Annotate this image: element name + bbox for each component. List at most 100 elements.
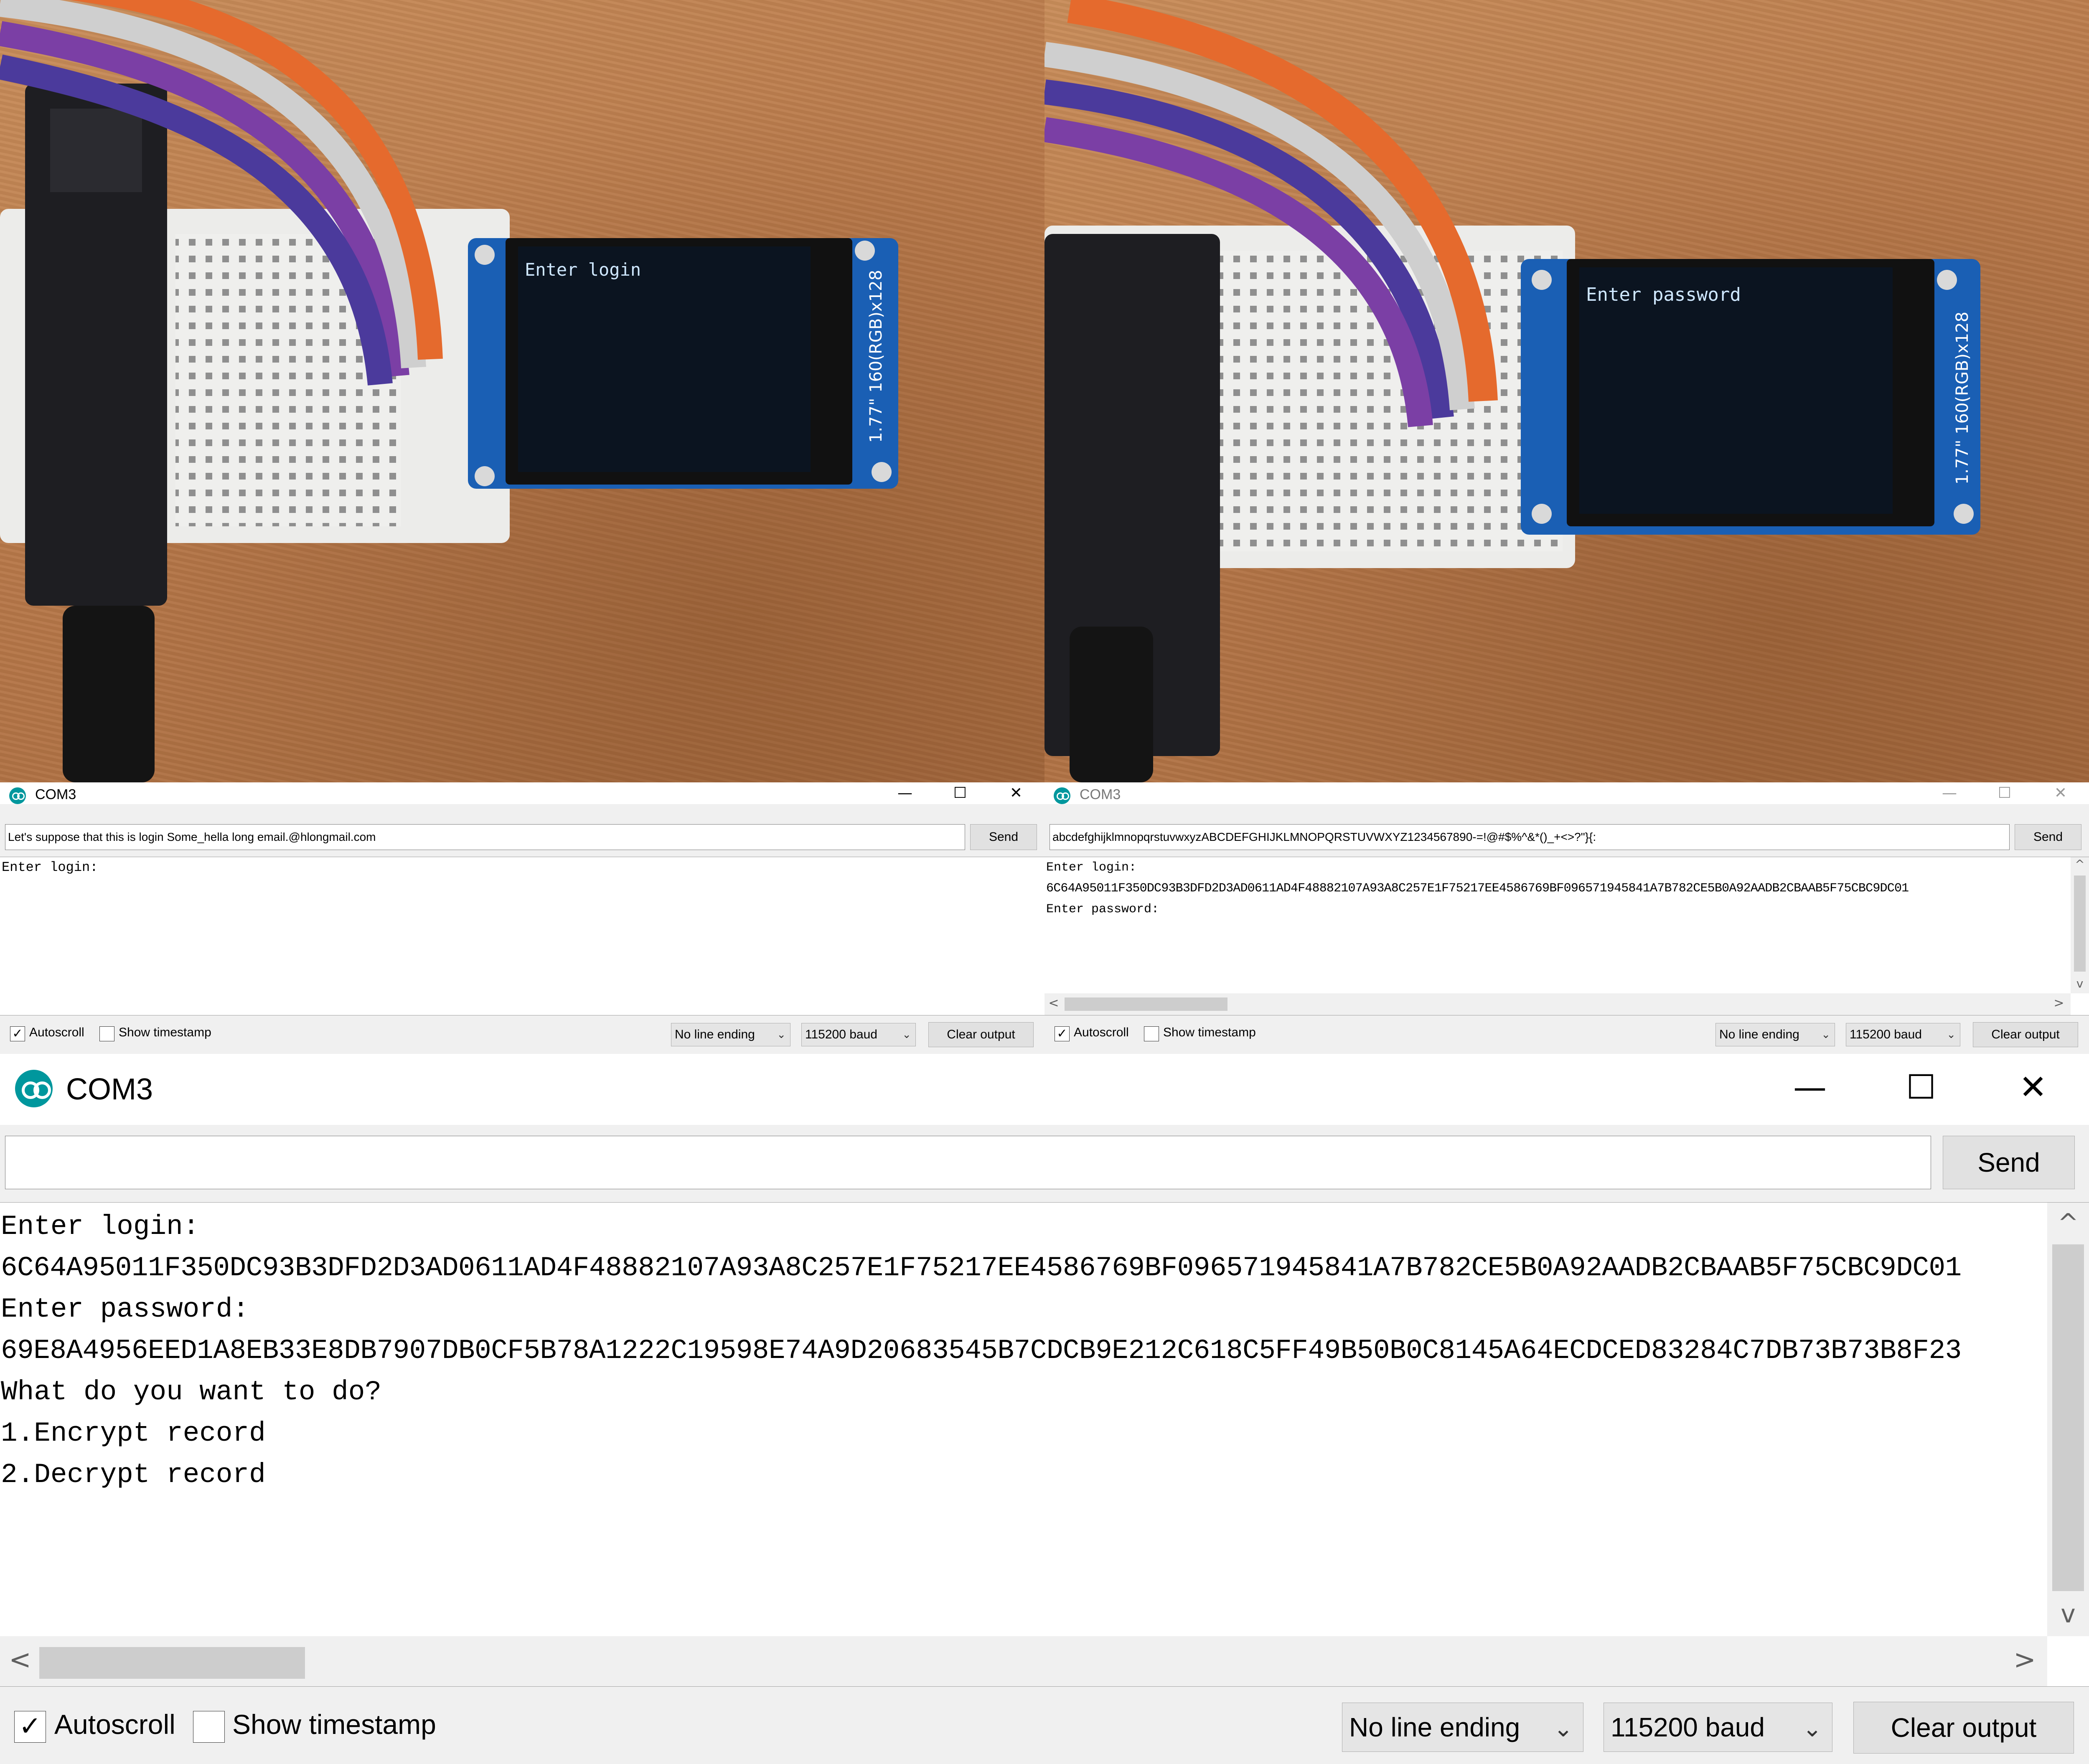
maximize-icon[interactable]: ☐: [1892, 1066, 1950, 1108]
status-bar: ✓ Autoscroll Show timestamp No line endi…: [0, 1015, 1044, 1054]
output-line: 2.Decrypt record: [1, 1459, 266, 1490]
scroll-up-icon[interactable]: ^: [2047, 1208, 2089, 1238]
autoscroll-label: Autoscroll: [54, 1709, 175, 1740]
show-timestamp-label: Show timestamp: [1163, 1025, 1256, 1039]
scroll-left-icon[interactable]: <: [3, 1645, 37, 1675]
arduino-app-icon: [1054, 787, 1070, 804]
output-line: Enter login:: [1, 1211, 200, 1242]
baud-rate-select[interactable]: 115200 baud ⌄: [801, 1023, 916, 1046]
baud-rate-value: 115200 baud: [805, 1028, 877, 1041]
serial-monitor-window-main: COM3 — ☐ ✕ Send Enter login: 6C64A95011F…: [0, 1054, 2089, 1764]
serial-monitor-window-password: COM3 — ☐ ✕ abcdefghijklmnopqrstuvwxyzABC…: [1044, 782, 2089, 1054]
title-bar: COM3 — ☐ ✕: [0, 1054, 2089, 1125]
horizontal-scroll-thumb[interactable]: [1065, 997, 1227, 1011]
baud-rate-select[interactable]: 115200 baud ⌄: [1604, 1703, 1832, 1752]
lcd-text: Enter password: [1586, 284, 1741, 305]
serial-monitor-window-login: COM3 — ☐ ✕ Let's suppose that this is lo…: [0, 782, 1044, 1054]
chevron-down-icon: ⌄: [1821, 1028, 1830, 1041]
scroll-right-icon[interactable]: >: [2008, 1645, 2041, 1675]
line-ending-value: No line ending: [1349, 1712, 1520, 1742]
send-button[interactable]: Send: [970, 824, 1037, 850]
minimize-icon[interactable]: —: [1933, 784, 1966, 802]
output-viewport: Enter login: 6C64A95011F350DC93B3DFD2D3A…: [1044, 857, 2071, 993]
serial-output[interactable]: Enter login:: [0, 857, 1044, 1015]
output-line: What do you want to do?: [1, 1376, 381, 1408]
scroll-down-icon[interactable]: v: [2071, 977, 2089, 990]
vertical-scrollbar[interactable]: ^ v: [2071, 857, 2089, 993]
close-icon[interactable]: ✕: [999, 784, 1033, 802]
line-ending-select[interactable]: No line ending ⌄: [1715, 1023, 1835, 1046]
horizontal-scrollbar[interactable]: < >: [0, 1636, 2047, 1686]
scroll-left-icon[interactable]: <: [1046, 996, 1061, 1010]
output-line: 6C64A95011F350DC93B3DFD2D3AD0611AD4F4888…: [1, 1252, 1962, 1284]
photo-display-enter-password: Enter password 1.77" 160(RGB)x128: [1044, 0, 2089, 782]
arduino-app-icon: [9, 787, 26, 804]
scroll-right-icon[interactable]: >: [2051, 996, 2066, 1010]
output-line: 69E8A4956EED1A8EB33E8DB7907DB0CF5B78A122…: [1, 1335, 1962, 1366]
serial-input[interactable]: [5, 1136, 1931, 1189]
serial-output[interactable]: Enter login: 6C64A95011F350DC93B3DFD2D3A…: [1044, 857, 2089, 1015]
arduino-app-icon: [15, 1070, 53, 1107]
show-timestamp-checkbox[interactable]: [193, 1711, 225, 1743]
show-timestamp-label: Show timestamp: [119, 1025, 211, 1039]
output-line: 6C64A95011F350DC93B3DFD2D3AD0611AD4F4888…: [1046, 881, 1909, 896]
lcd-text: Enter login: [525, 259, 641, 280]
line-ending-value: No line ending: [675, 1028, 755, 1041]
line-ending-select[interactable]: No line ending ⌄: [1342, 1703, 1583, 1752]
serial-output[interactable]: Enter login: 6C64A95011F350DC93B3DFD2D3A…: [0, 1202, 2089, 1687]
show-timestamp-label: Show timestamp: [232, 1709, 436, 1740]
close-icon[interactable]: ✕: [2044, 784, 2077, 802]
serial-input[interactable]: abcdefghijklmnopqrstuvwxyzABCDEFGHIJKLMN…: [1050, 824, 2010, 850]
window-title: COM3: [35, 787, 76, 802]
status-bar: ✓ Autoscroll Show timestamp No line endi…: [0, 1687, 2089, 1764]
output-line: Enter login:: [1046, 860, 1137, 875]
maximize-icon[interactable]: ☐: [943, 784, 977, 802]
window-title: COM3: [66, 1073, 153, 1106]
breadboard-photo: Enter password 1.77" 160(RGB)x128: [1044, 0, 1980, 782]
window-title: COM3: [1080, 787, 1121, 802]
line-ending-select[interactable]: No line ending ⌄: [671, 1023, 790, 1046]
title-bar: COM3 — ☐ ✕: [0, 782, 1044, 804]
clear-output-button[interactable]: Clear output: [1853, 1702, 2074, 1754]
chevron-down-icon: ⌄: [1802, 1715, 1822, 1742]
show-timestamp-checkbox[interactable]: [1144, 1026, 1159, 1041]
autoscroll-checkbox[interactable]: ✓: [1055, 1026, 1070, 1041]
autoscroll-label: Autoscroll: [29, 1025, 84, 1039]
output-line: Enter password:: [1046, 902, 1159, 916]
module-label: 1.77" 160(RGB)x128: [867, 270, 886, 443]
module-label: 1.77" 160(RGB)x128: [1953, 312, 1972, 485]
clear-output-button[interactable]: Clear output: [928, 1022, 1034, 1047]
vertical-scrollbar[interactable]: ^ v: [2047, 1203, 2089, 1636]
maximize-icon[interactable]: ☐: [1988, 784, 2021, 802]
minimize-icon[interactable]: —: [888, 784, 922, 802]
vertical-scroll-thumb[interactable]: [2052, 1244, 2084, 1591]
show-timestamp-checkbox[interactable]: [99, 1026, 114, 1041]
vertical-scroll-thumb[interactable]: [2074, 876, 2086, 972]
baud-rate-value: 115200 baud: [1611, 1712, 1765, 1742]
horizontal-scrollbar[interactable]: < >: [1044, 993, 2071, 1015]
send-button[interactable]: Send: [2015, 824, 2081, 850]
output-line: Enter password:: [1, 1294, 249, 1325]
chevron-down-icon: ⌄: [1947, 1028, 1956, 1041]
title-bar: COM3 — ☐ ✕: [1044, 782, 2089, 804]
output-line: 1.Encrypt record: [1, 1418, 266, 1449]
autoscroll-checkbox[interactable]: ✓: [10, 1026, 25, 1041]
status-bar: ✓ Autoscroll Show timestamp No line endi…: [1044, 1015, 2089, 1054]
photo-display-enter-login: Enter login 1.77" 160(RGB)x128: [0, 0, 1044, 782]
send-button[interactable]: Send: [1943, 1136, 2075, 1189]
close-icon[interactable]: ✕: [2004, 1066, 2062, 1108]
scroll-up-icon[interactable]: ^: [2071, 857, 2089, 871]
chevron-down-icon: ⌄: [777, 1028, 786, 1041]
output-viewport: Enter login: 6C64A95011F350DC93B3DFD2D3A…: [0, 1206, 2047, 1633]
baud-rate-value: 115200 baud: [1850, 1028, 1922, 1041]
baud-rate-select[interactable]: 115200 baud ⌄: [1846, 1023, 1960, 1046]
breadboard-photo: Enter login 1.77" 160(RGB)x128: [0, 0, 898, 782]
scroll-down-icon[interactable]: v: [2047, 1599, 2089, 1629]
minimize-icon[interactable]: —: [1781, 1066, 1839, 1108]
chevron-down-icon: ⌄: [1553, 1715, 1573, 1742]
line-ending-value: No line ending: [1719, 1028, 1799, 1041]
serial-input[interactable]: Let's suppose that this is login Some_he…: [5, 824, 965, 850]
clear-output-button[interactable]: Clear output: [1973, 1022, 2078, 1047]
horizontal-scroll-thumb[interactable]: [39, 1647, 305, 1679]
autoscroll-checkbox[interactable]: ✓: [14, 1711, 46, 1743]
